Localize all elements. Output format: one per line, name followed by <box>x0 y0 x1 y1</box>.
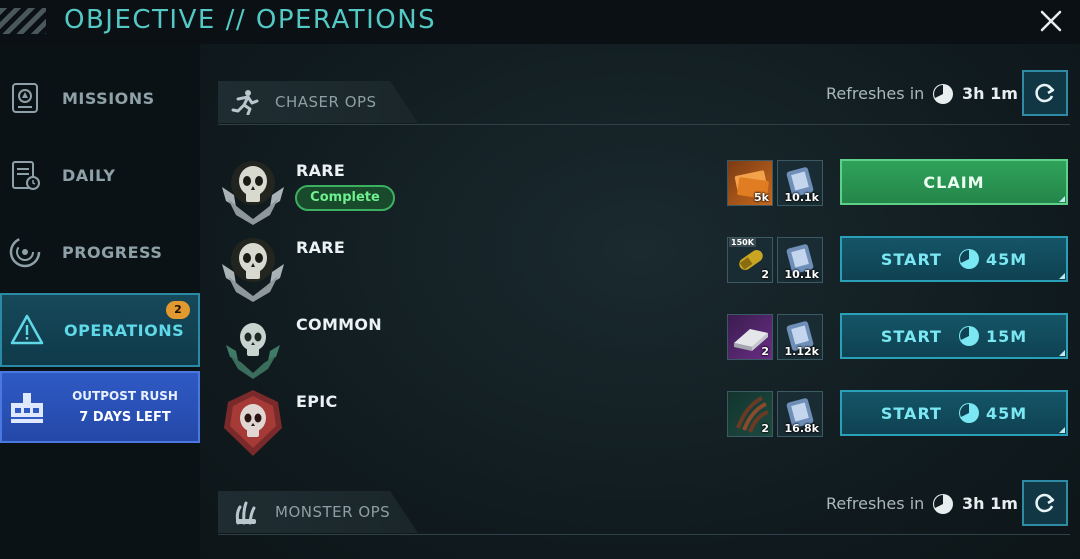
running-figure-icon <box>230 89 260 116</box>
reward-amount: 2 <box>761 345 769 358</box>
sidebar: MISSIONS DAILY PROGRESS OPERATIONS 2 OUT… <box>0 44 200 559</box>
duration-label: 45M <box>985 403 1028 423</box>
event-outpost-rush-button[interactable]: OUTPOST RUSH 7 DAYS LEFT <box>0 371 200 443</box>
reward-amount: 2 <box>761 268 769 281</box>
timer-icon <box>958 403 979 423</box>
op-rarity: COMMON <box>296 315 382 334</box>
complete-status-badge: Complete <box>295 185 395 211</box>
refresh-time: 3h 1m <box>962 494 1018 513</box>
reward-amount: 1.12k <box>784 345 819 358</box>
close-icon[interactable] <box>1036 6 1066 36</box>
refresh-label: Refreshes in <box>826 84 925 103</box>
section-label: CHASER OPS <box>275 93 377 111</box>
progress-icon <box>8 235 42 269</box>
op-row: COMMON 2 1.12k START 15M <box>200 309 1080 383</box>
reward-amount: 2 <box>761 422 769 435</box>
start-label: START <box>880 403 942 423</box>
sidebar-item-label: MISSIONS <box>62 88 155 108</box>
refresh-icon <box>1035 83 1055 103</box>
notification-badge: 2 <box>166 301 190 319</box>
skull-rank-icon <box>218 388 288 458</box>
refresh-button[interactable] <box>1022 70 1068 116</box>
timer-icon <box>958 326 979 346</box>
reward-ticket: 5k <box>727 160 773 206</box>
section-divider <box>218 124 1070 125</box>
op-rarity: RARE <box>296 161 346 180</box>
start-label: START <box>880 326 942 346</box>
op-row: RARE 150K 2 10.1k START 45M <box>200 232 1080 306</box>
reward-amount: 16.8k <box>784 422 819 435</box>
reward-tag: 150K <box>729 238 756 247</box>
start-button[interactable]: START 45M <box>840 390 1068 436</box>
sidebar-item-daily[interactable]: DAILY <box>0 138 200 212</box>
claim-label: CLAIM <box>923 172 985 192</box>
op-row: RARE Complete 5k 10.1k CLAIM <box>200 155 1080 229</box>
section-tab-monster-ops: MONSTER OPS <box>218 491 418 533</box>
missions-icon <box>8 81 42 115</box>
warning-icon <box>10 313 44 347</box>
operations-panel: CHASER OPS Refreshes in 3h 1m RARE Compl… <box>200 44 1080 559</box>
daily-icon <box>8 158 42 192</box>
skull-rank-icon <box>218 311 288 381</box>
sidebar-item-progress[interactable]: PROGRESS <box>0 215 200 289</box>
reward-amount: 10.1k <box>784 268 819 281</box>
button-corner <box>1059 427 1065 433</box>
skull-rank-icon <box>218 234 288 304</box>
sidebar-item-label: OPERATIONS <box>64 320 185 340</box>
button-corner <box>1059 196 1065 202</box>
start-button[interactable]: START 15M <box>840 313 1068 359</box>
button-corner <box>1059 273 1065 279</box>
reward-data-chip: 16.8k <box>777 391 823 437</box>
timer-icon <box>958 249 979 269</box>
reward-amount: 10.1k <box>784 191 819 204</box>
header-bar: OBJECTIVE // OPERATIONS <box>0 0 1080 44</box>
reward-data-chip: 10.1k <box>777 160 823 206</box>
section-tab-chaser-ops: CHASER OPS <box>218 81 418 123</box>
reward-ammo: 150K 2 <box>727 237 773 283</box>
sidebar-item-label: PROGRESS <box>62 242 163 262</box>
op-row: EPIC 2 16.8k START 45M <box>200 386 1080 460</box>
claim-button[interactable]: CLAIM <box>840 159 1068 205</box>
outpost-icon <box>8 391 46 425</box>
clock-icon <box>932 83 954 105</box>
section-label: MONSTER OPS <box>275 503 391 521</box>
clock-icon <box>932 493 954 515</box>
reward-amount: 5k <box>754 191 769 204</box>
start-button[interactable]: START 45M <box>840 236 1068 282</box>
start-label: START <box>880 249 942 269</box>
button-corner <box>1059 350 1065 356</box>
refresh-label: Refreshes in <box>826 494 925 513</box>
reward-data-chip: 10.1k <box>777 237 823 283</box>
monster-claw-icon <box>230 499 260 525</box>
event-time-left: 7 DAYS LEFT <box>79 410 171 425</box>
refresh-time: 3h 1m <box>962 84 1018 103</box>
op-rarity: RARE <box>296 238 346 257</box>
reward-data-chip: 1.12k <box>777 314 823 360</box>
refresh-button[interactable] <box>1022 480 1068 526</box>
duration-label: 15M <box>985 326 1028 346</box>
sidebar-item-missions[interactable]: MISSIONS <box>0 61 200 135</box>
skull-rank-icon <box>218 157 288 227</box>
section-divider <box>218 534 1070 535</box>
op-rarity: EPIC <box>296 392 338 411</box>
sidebar-item-operations[interactable]: OPERATIONS 2 <box>0 293 200 367</box>
page-title: OBJECTIVE // OPERATIONS <box>64 5 437 35</box>
sidebar-item-label: DAILY <box>62 165 116 185</box>
duration-label: 45M <box>985 249 1028 269</box>
hatch-decoration <box>0 8 46 34</box>
reward-claw: 2 <box>727 391 773 437</box>
event-title: OUTPOST RUSH <box>72 389 178 403</box>
refresh-icon <box>1035 493 1055 513</box>
reward-alloy: 2 <box>727 314 773 360</box>
